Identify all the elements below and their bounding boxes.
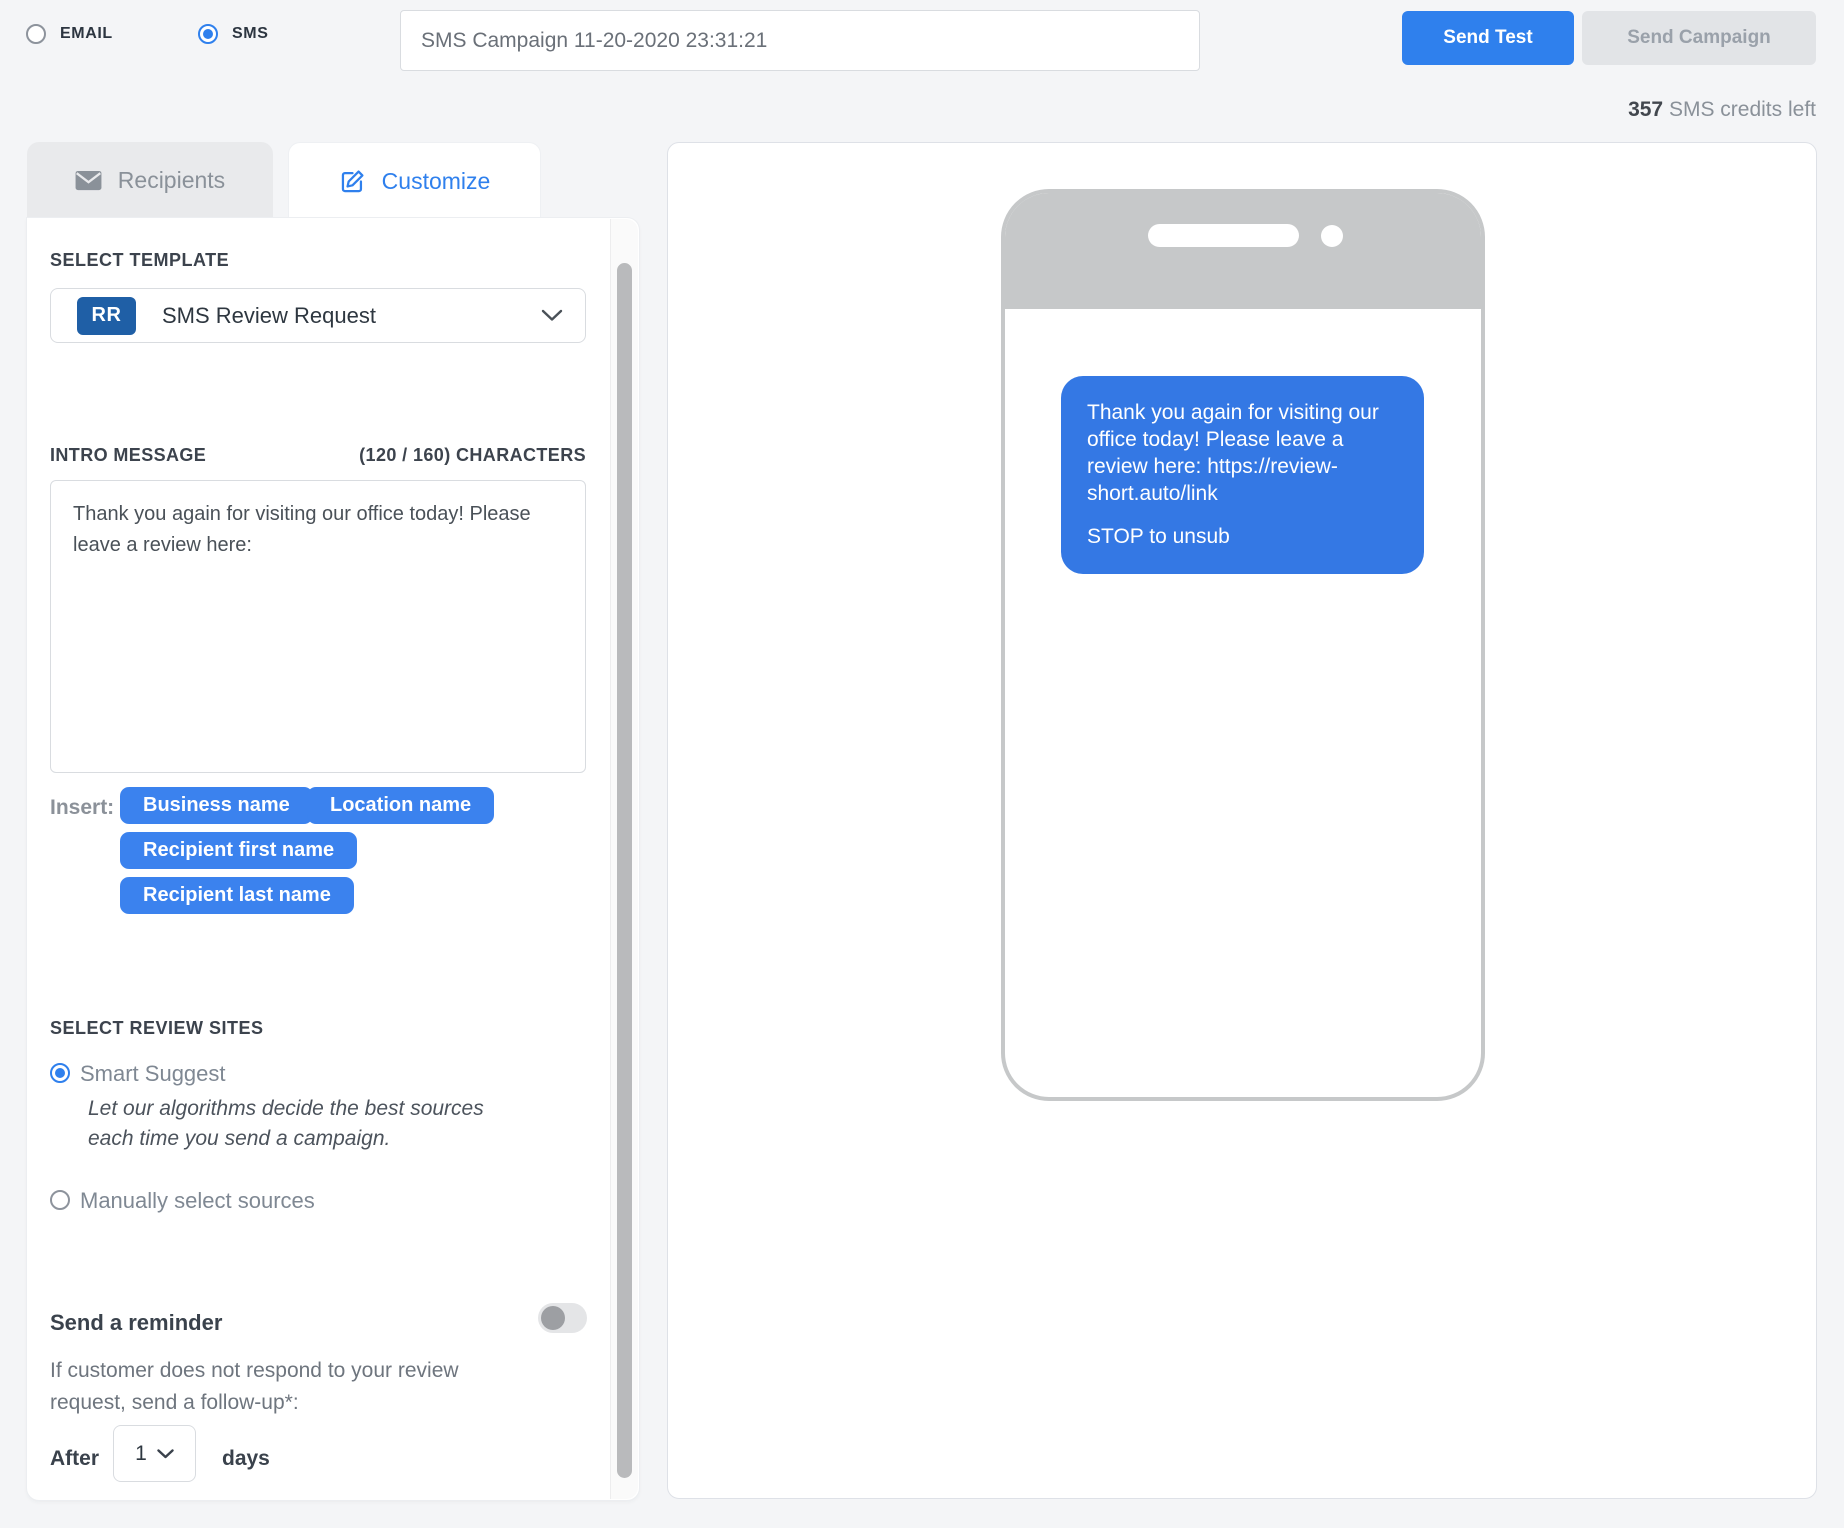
insert-recipient-last-name-button[interactable]: Recipient last name (120, 877, 354, 914)
reminder-days-select[interactable]: 1 (113, 1425, 196, 1482)
edit-icon (339, 168, 366, 195)
insert-recipient-first-name-button[interactable]: Recipient first name (120, 832, 357, 869)
sms-preview-panel: Thank you again for visiting our office … (667, 142, 1817, 1499)
channel-option-email[interactable]: EMAIL (26, 24, 113, 44)
phone-speaker (1148, 224, 1299, 247)
channel-option-sms[interactable]: SMS (198, 24, 268, 44)
template-badge: RR (77, 297, 136, 335)
sms-message-bubble: Thank you again for visiting our office … (1061, 376, 1424, 574)
reminder-days-value: 1 (135, 1442, 147, 1466)
sms-unsub-text: STOP to unsub (1087, 524, 1398, 551)
phone-mockup: Thank you again for visiting our office … (1001, 189, 1485, 1101)
send-reminder-label: Send a reminder (50, 1310, 222, 1336)
envelope-icon (75, 170, 102, 191)
insert-location-name-button[interactable]: Location name (307, 787, 494, 824)
phone-top-bezel (1005, 193, 1481, 309)
select-template-label: SELECT TEMPLATE (50, 250, 229, 271)
send-reminder-toggle[interactable] (538, 1303, 587, 1333)
select-review-sites-label: SELECT REVIEW SITES (50, 1018, 264, 1039)
send-campaign-button[interactable]: Send Campaign (1582, 11, 1816, 65)
email-radio-label: EMAIL (60, 25, 113, 43)
intro-message-label: INTRO MESSAGE (50, 445, 206, 466)
send-test-button[interactable]: Send Test (1402, 11, 1574, 65)
chevron-down-icon (541, 309, 563, 322)
chevron-down-icon (157, 1449, 174, 1459)
intro-message-header: INTRO MESSAGE (120 / 160) CHARACTERS (50, 445, 586, 466)
template-select[interactable]: RR SMS Review Request (50, 288, 586, 343)
credits-label: SMS credits left (1663, 98, 1816, 121)
tab-recipients[interactable]: Recipients (27, 142, 273, 219)
tab-customize-label: Customize (382, 168, 491, 195)
tab-customize[interactable]: Customize (288, 142, 541, 219)
sms-campaign-builder: EMAIL SMS Send Test Send Campaign 357 SM… (0, 0, 1844, 1528)
campaign-name-input[interactable] (400, 10, 1200, 71)
toggle-knob (541, 1306, 565, 1330)
manually-select-radio[interactable] (50, 1190, 70, 1210)
days-label: days (222, 1447, 270, 1471)
reminder-description: If customer does not respond to your rev… (50, 1355, 500, 1418)
intro-message-textarea[interactable]: Thank you again for visiting our office … (50, 480, 586, 773)
after-label: After (50, 1447, 99, 1471)
phone-camera (1321, 225, 1343, 247)
customize-panel: SELECT TEMPLATE RR SMS Review Request IN… (27, 218, 639, 1500)
sms-radio[interactable] (198, 24, 218, 44)
manually-select-label[interactable]: Manually select sources (80, 1188, 315, 1214)
sms-radio-label: SMS (232, 25, 268, 43)
character-counter: (120 / 160) CHARACTERS (359, 445, 586, 466)
insert-label: Insert: (50, 796, 114, 820)
sms-message-text: Thank you again for visiting our office … (1087, 400, 1398, 508)
template-selected-name: SMS Review Request (162, 303, 376, 329)
email-radio[interactable] (26, 24, 46, 44)
scrollbar-thumb[interactable] (617, 263, 632, 1478)
smart-suggest-radio[interactable] (50, 1063, 70, 1083)
tab-recipients-label: Recipients (118, 167, 225, 194)
credits-count: 357 (1628, 98, 1663, 121)
sms-credits-left: 357 SMS credits left (1316, 98, 1816, 122)
smart-suggest-label[interactable]: Smart Suggest (80, 1061, 226, 1087)
panel-scrollbar[interactable] (610, 219, 638, 1499)
smart-suggest-description: Let our algorithms decide the best sourc… (88, 1094, 518, 1155)
insert-business-name-button[interactable]: Business name (120, 787, 313, 824)
